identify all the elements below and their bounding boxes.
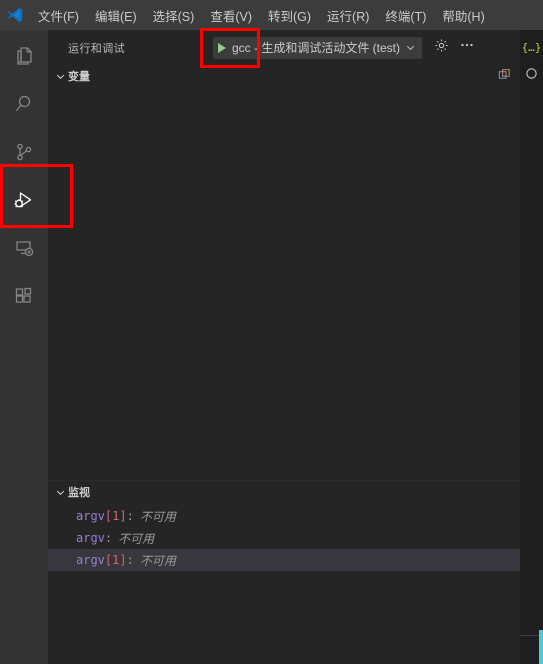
activity-run-debug[interactable]: [0, 178, 48, 226]
variables-section-actions[interactable]: [497, 67, 512, 85]
menu-run[interactable]: 运行(R): [319, 0, 377, 30]
remote-explorer-icon: [12, 236, 36, 265]
vscode-window: 文件(F) 编辑(E) 选择(S) 查看(V) 转到(G) 运行(R) 终端(T…: [0, 0, 543, 664]
activity-extensions[interactable]: [0, 274, 48, 322]
watch-expression-value: 不可用: [118, 531, 155, 546]
debug-configuration-label: gcc - 生成和调试活动文件 (test): [232, 41, 401, 55]
watch-expression-name: argv: [76, 509, 105, 523]
watch-section-header[interactable]: 监视: [48, 481, 520, 503]
json-file-icon: {…}: [521, 41, 542, 54]
chevron-down-icon[interactable]: [405, 42, 416, 53]
watch-expression-name: argv: [76, 531, 105, 545]
watch-list-item[interactable]: argv [1]: 不可用: [48, 505, 520, 527]
variables-section-title: 变量: [68, 71, 90, 83]
run-and-debug-sidebar: 运行和调试 gcc - 生成和调试活动文件 (test) 变量 监视 argv …: [48, 30, 520, 664]
variables-section-header[interactable]: 变量: [48, 65, 520, 87]
editor-accent-bar: [539, 630, 543, 664]
watch-expression-index: [1]: [104, 509, 127, 523]
watch-expression-value: 不可用: [139, 509, 176, 524]
symbol-circle-icon: [525, 67, 538, 85]
debug-configuration-dropdown[interactable]: gcc - 生成和调试活动文件 (test): [213, 36, 423, 59]
editor-tab-bar: {…}: [520, 30, 543, 65]
editor-breadcrumb[interactable]: [520, 65, 543, 87]
activity-search[interactable]: [0, 82, 48, 130]
ellipsis-icon: [459, 37, 475, 58]
menu-selection[interactable]: 选择(S): [145, 0, 203, 30]
watch-list-item[interactable]: argv [1]: 不可用: [48, 549, 520, 571]
watch-list-item[interactable]: argv: 不可用: [48, 527, 520, 549]
activity-explorer[interactable]: [0, 34, 48, 82]
extensions-icon: [12, 284, 36, 313]
watch-section-title: 监视: [68, 487, 90, 499]
play-icon[interactable]: [218, 42, 226, 53]
menu-go[interactable]: 转到(G): [260, 0, 319, 30]
menu-terminal[interactable]: 终端(T): [377, 0, 434, 30]
gear-icon: [434, 38, 449, 58]
watch-pane: 监视 argv [1]: 不可用 argv: 不可用 argv [1]: 不可用: [48, 480, 520, 664]
source-control-icon: [12, 140, 36, 169]
watch-expression-index: [1]: [104, 553, 127, 567]
watch-expression-value: 不可用: [139, 553, 176, 568]
search-icon: [12, 92, 36, 121]
run-and-debug-icon: [11, 187, 37, 218]
watch-expression-colon: :: [126, 553, 134, 567]
files-icon: [12, 44, 36, 73]
chevron-down-icon[interactable]: [52, 487, 68, 498]
menu-help[interactable]: 帮助(H): [434, 0, 492, 30]
watch-expression-colon: :: [104, 531, 113, 545]
watch-expression-colon: :: [126, 509, 134, 523]
debug-toolbar: gcc - 生成和调试活动文件 (test): [213, 30, 480, 65]
activity-source-control[interactable]: [0, 130, 48, 178]
open-editors-icon[interactable]: [497, 67, 512, 85]
editor-area: {…}: [520, 30, 543, 664]
menu-view[interactable]: 查看(V): [202, 0, 260, 30]
activity-remote[interactable]: [0, 226, 48, 274]
menu-file[interactable]: 文件(F): [30, 0, 87, 30]
variables-pane: 变量: [48, 65, 520, 480]
editor-tab[interactable]: {…}: [520, 30, 543, 65]
vscode-logo-icon: [0, 0, 30, 30]
chevron-down-icon[interactable]: [52, 71, 68, 82]
debug-more-actions-button[interactable]: [454, 35, 480, 61]
activity-bar: [0, 30, 48, 664]
watch-list: argv [1]: 不可用 argv: 不可用 argv [1]: 不可用: [48, 503, 520, 571]
watch-expression-name: argv: [76, 553, 105, 567]
menu-bar: 文件(F) 编辑(E) 选择(S) 查看(V) 转到(G) 运行(R) 终端(T…: [0, 0, 543, 30]
debug-settings-button[interactable]: [428, 35, 454, 61]
menu-edit[interactable]: 编辑(E): [87, 0, 145, 30]
